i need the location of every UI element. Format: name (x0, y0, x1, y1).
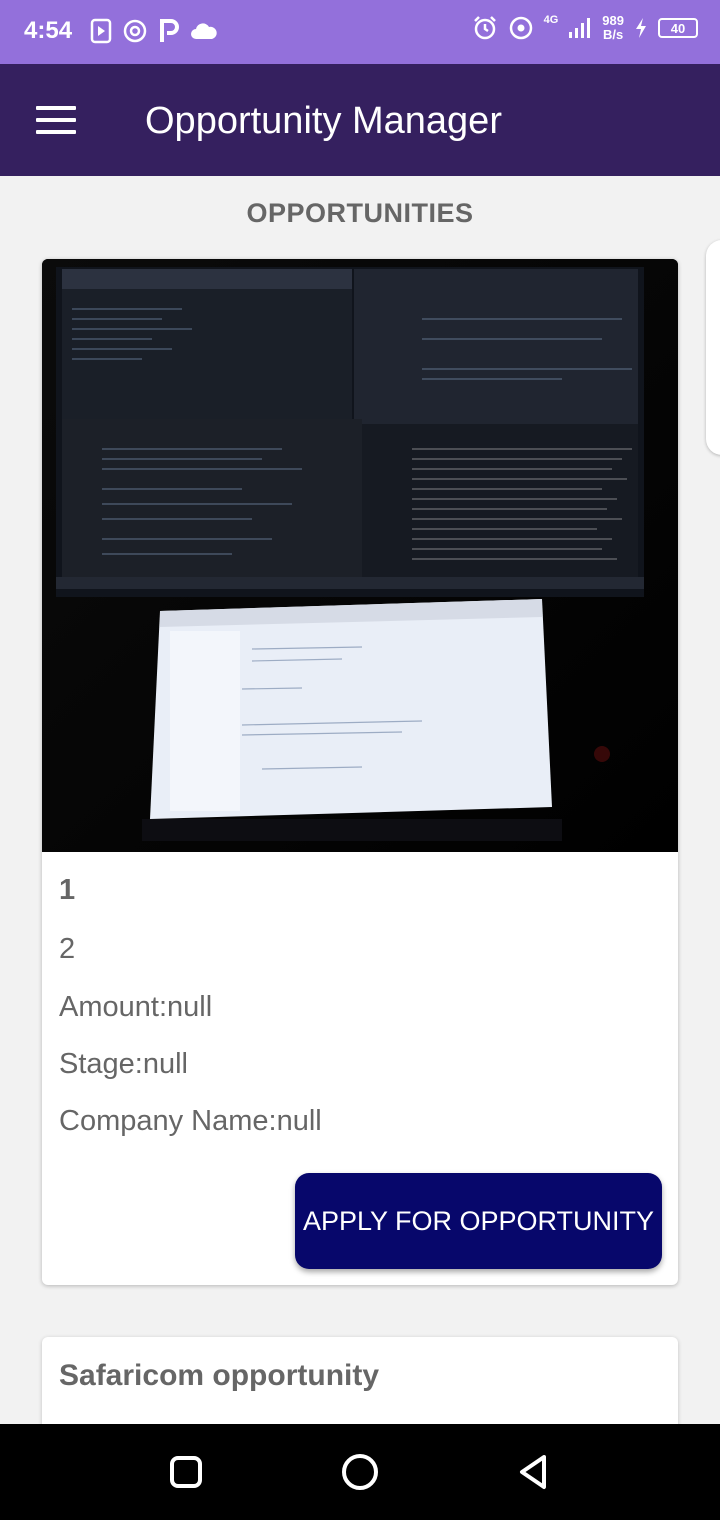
recents-square-icon[interactable] (166, 1452, 206, 1492)
opportunity-title: Safaricom opportunity (59, 1359, 380, 1392)
apply-for-opportunity-button[interactable]: APPLY FOR OPPORTUNITY (295, 1173, 662, 1269)
adjacent-card-edge (706, 240, 720, 455)
hotspot-icon (123, 19, 147, 43)
status-time: 4:54 (24, 17, 73, 44)
p-app-icon (160, 19, 179, 42)
status-bar: 4:54 4G 989 B/s 40 (0, 0, 720, 64)
opportunity-card: Safaricom opportunity (42, 1337, 678, 1437)
opportunity-image (42, 259, 678, 852)
home-circle-icon[interactable] (340, 1452, 380, 1492)
status-system-icons: 4G 989 B/s 40 (472, 14, 698, 42)
hotspot-status-icon (509, 16, 532, 40)
app-bar: Opportunity Manager (0, 64, 720, 176)
battery-indicator: 40 (658, 18, 698, 38)
opportunity-amount: Amount:null (59, 991, 213, 1023)
alarm-icon (473, 16, 496, 40)
back-triangle-icon[interactable] (514, 1452, 554, 1492)
media-player-icon (90, 18, 112, 44)
section-title: OPPORTUNITIES (246, 198, 474, 228)
app-title: Opportunity Manager (145, 100, 502, 142)
opportunity-subtitle: 2 (59, 933, 76, 965)
network-speed: 989 B/s (602, 13, 624, 42)
opportunity-card: 1 2 Amount:null Stage:null Company Name:… (42, 259, 678, 1285)
opportunity-company: Company Name:null (59, 1105, 322, 1137)
network-generation: 4G (543, 14, 559, 26)
opportunity-title: 1 (59, 874, 76, 906)
opportunity-stage: Stage:null (59, 1048, 188, 1080)
hamburger-menu-icon[interactable] (36, 106, 76, 136)
cloud-icon (191, 23, 217, 39)
charging-icon (636, 18, 646, 38)
status-notification-icons (90, 18, 218, 44)
signal-icon (569, 18, 591, 38)
system-navigation-bar (0, 1424, 720, 1520)
